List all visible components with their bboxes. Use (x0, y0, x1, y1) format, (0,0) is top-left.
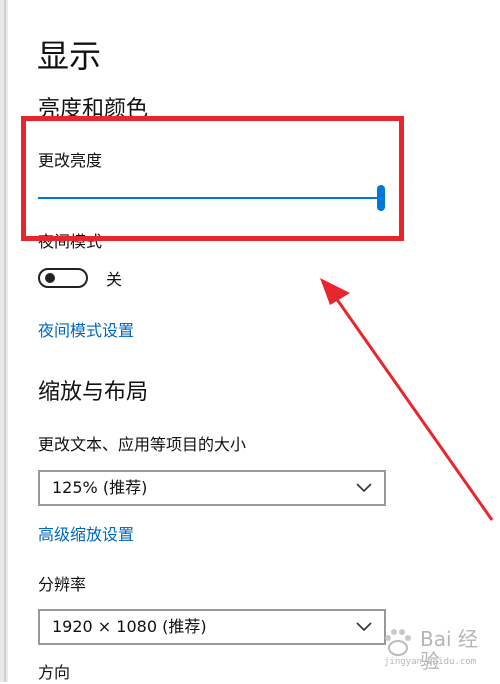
watermark: Bai 经验 jingyan.baidu.com (378, 622, 496, 678)
watermark-url: jingyan.baidu.com (384, 657, 477, 667)
annotation-arrow-icon (320, 278, 494, 521)
